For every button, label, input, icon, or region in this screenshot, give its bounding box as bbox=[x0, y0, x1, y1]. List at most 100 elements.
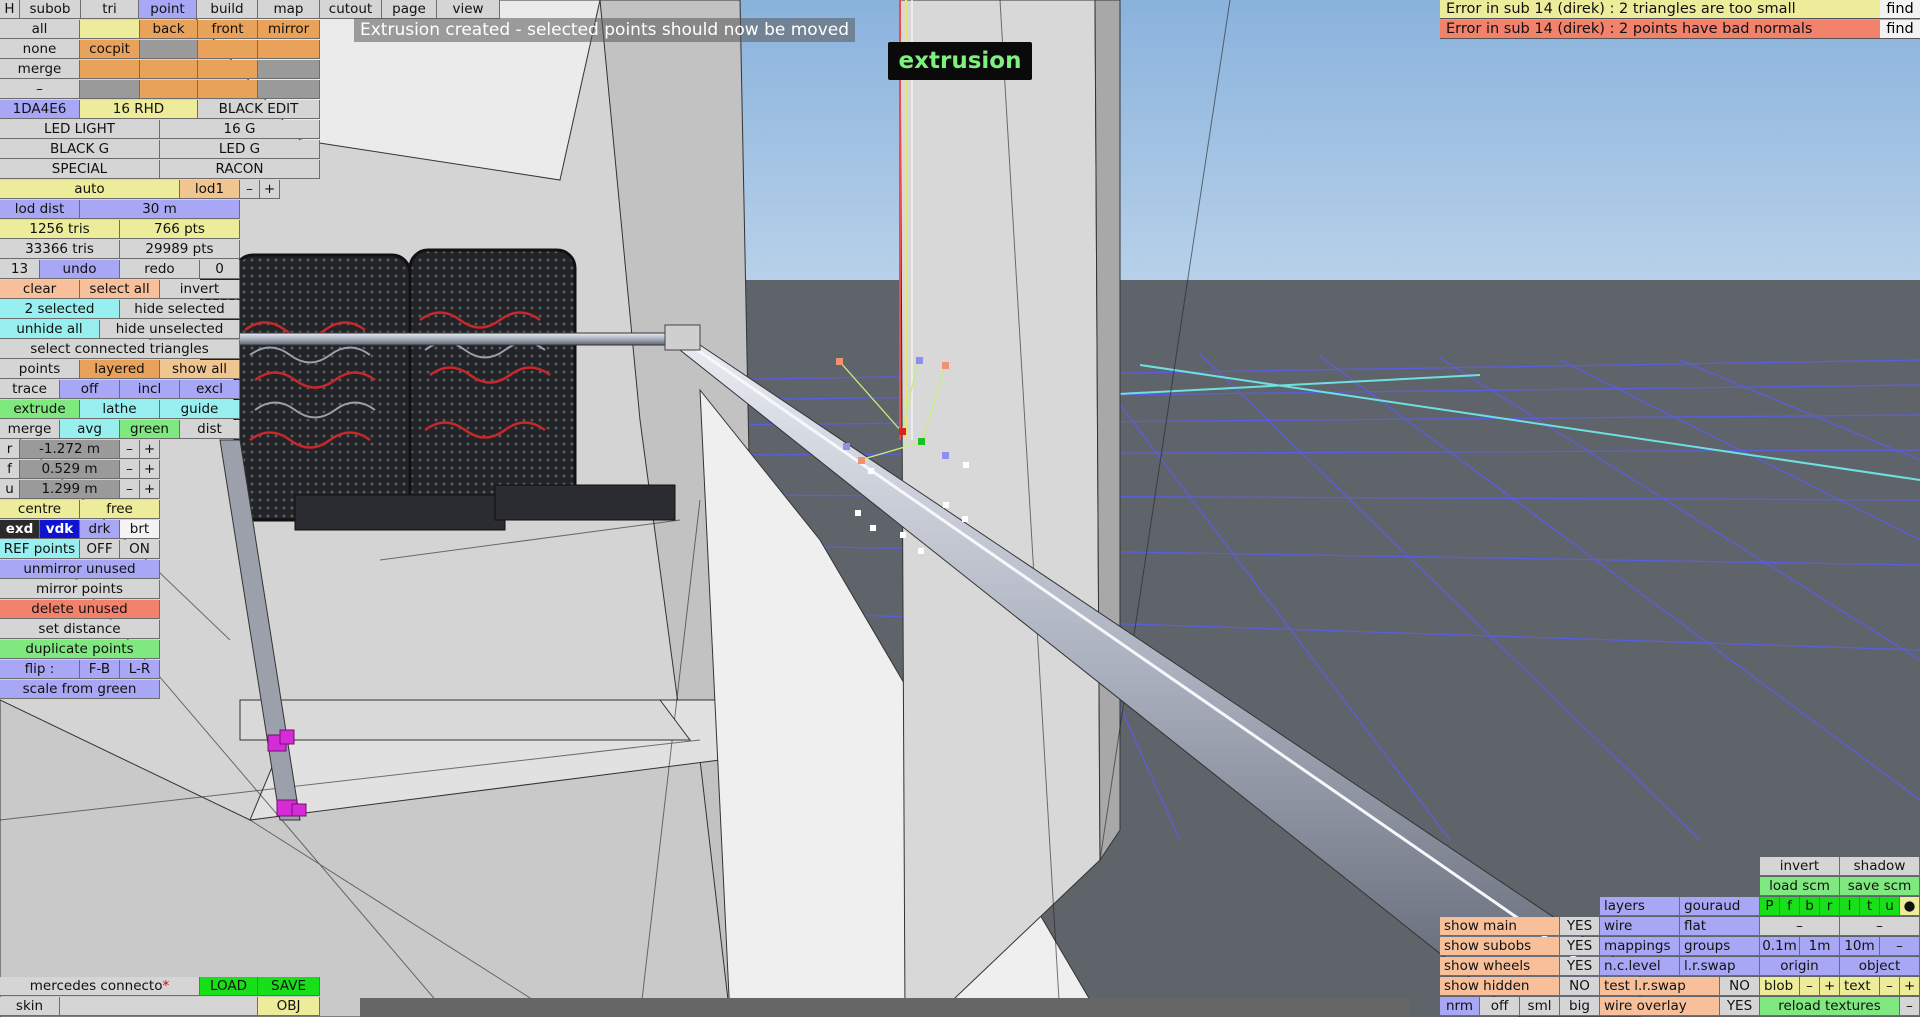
skin-field[interactable] bbox=[60, 997, 258, 1016]
exd-button[interactable]: exd bbox=[0, 520, 40, 539]
group-slot[interactable] bbox=[258, 60, 320, 79]
invert-selection-button[interactable]: invert bbox=[160, 280, 240, 299]
group-slot[interactable] bbox=[198, 40, 258, 59]
grid-minus-button[interactable]: – bbox=[1880, 937, 1920, 956]
show-wheels-toggle[interactable]: YES bbox=[1560, 957, 1600, 976]
load-scm-button[interactable]: load scm bbox=[1760, 877, 1840, 896]
lod-level[interactable]: lod1 bbox=[180, 180, 240, 199]
flag-f[interactable]: f bbox=[1780, 897, 1800, 916]
f-value-field[interactable]: 0.529 m bbox=[20, 460, 120, 479]
flag-p[interactable]: P bbox=[1760, 897, 1780, 916]
gouraud-button[interactable]: gouraud bbox=[1680, 897, 1760, 916]
flag-r[interactable]: r bbox=[1820, 897, 1840, 916]
u-minus-button[interactable]: – bbox=[120, 480, 140, 499]
text-minus-button[interactable]: – bbox=[1880, 977, 1900, 996]
duplicate-points-button[interactable]: duplicate points bbox=[0, 640, 160, 659]
flat-button[interactable]: flat bbox=[1680, 917, 1760, 936]
grid-1m-button[interactable]: 1m bbox=[1800, 937, 1840, 956]
shadow-button[interactable]: shadow bbox=[1840, 857, 1920, 876]
group-slot[interactable] bbox=[80, 60, 140, 79]
r-minus-button[interactable]: – bbox=[120, 440, 140, 459]
hide-selected-button[interactable]: hide selected bbox=[120, 300, 240, 319]
save-scm-button[interactable]: save scm bbox=[1840, 877, 1920, 896]
delete-unused-button[interactable]: delete unused bbox=[0, 600, 160, 619]
layer-16-g[interactable]: 16 G bbox=[160, 120, 320, 139]
invert-button[interactable]: invert bbox=[1760, 857, 1840, 876]
undo-button[interactable]: undo bbox=[40, 260, 120, 279]
scale-from-green-button[interactable]: scale from green bbox=[0, 680, 160, 699]
group-slot[interactable] bbox=[258, 40, 320, 59]
unhide-all-button[interactable]: unhide all bbox=[0, 320, 100, 339]
group-slot[interactable] bbox=[198, 60, 258, 79]
swatch[interactable] bbox=[80, 20, 140, 39]
group-slot[interactable] bbox=[80, 80, 140, 99]
nrm-button[interactable]: nrm bbox=[1440, 997, 1480, 1016]
reload-textures-button[interactable]: reload textures bbox=[1760, 997, 1900, 1016]
color-id-button[interactable]: 1DA4E6 bbox=[0, 100, 80, 119]
reload-minus-button[interactable]: – bbox=[1900, 997, 1920, 1016]
view-back-button[interactable]: back bbox=[140, 20, 198, 39]
select-all-button[interactable]: all bbox=[0, 20, 80, 39]
menu-point[interactable]: point bbox=[139, 0, 197, 19]
layer-black-g[interactable]: BLACK G bbox=[0, 140, 160, 159]
group-slot[interactable] bbox=[140, 80, 198, 99]
ref-on-button[interactable]: ON bbox=[120, 540, 160, 559]
sml-button[interactable]: sml bbox=[1520, 997, 1560, 1016]
flag-l[interactable]: l bbox=[1840, 897, 1860, 916]
clear-button[interactable]: clear bbox=[0, 280, 80, 299]
minus-button[interactable]: – bbox=[1840, 917, 1920, 936]
groups-button[interactable]: groups bbox=[1680, 937, 1760, 956]
select-all-points-button[interactable]: select all bbox=[80, 280, 160, 299]
mirror-button[interactable]: mirror bbox=[258, 20, 320, 39]
flag-u[interactable]: u bbox=[1880, 897, 1900, 916]
lr-swap-button[interactable]: l.r.swap bbox=[1680, 957, 1760, 976]
lod-auto-button[interactable]: auto bbox=[0, 180, 180, 199]
layer-led-light[interactable]: LED LIGHT bbox=[0, 120, 160, 139]
menu-h[interactable]: H bbox=[0, 0, 20, 19]
menu-build[interactable]: build bbox=[197, 0, 258, 19]
grid-01m-button[interactable]: 0.1m bbox=[1760, 937, 1800, 956]
group-slot[interactable] bbox=[140, 40, 198, 59]
menu-map[interactable]: map bbox=[258, 0, 320, 19]
select-none-button[interactable]: none bbox=[0, 40, 80, 59]
dist-button[interactable]: dist bbox=[180, 420, 240, 439]
wire-button[interactable]: wire bbox=[1600, 917, 1680, 936]
guide-button[interactable]: guide bbox=[160, 400, 240, 419]
brt-button[interactable]: brt bbox=[120, 520, 160, 539]
wire-overlay-toggle[interactable]: YES bbox=[1720, 997, 1760, 1016]
menu-cutout[interactable]: cutout bbox=[320, 0, 382, 19]
avg-button[interactable]: avg bbox=[60, 420, 120, 439]
group-slot[interactable] bbox=[198, 80, 258, 99]
free-button[interactable]: free bbox=[80, 500, 160, 519]
layer-led-g[interactable]: LED G bbox=[160, 140, 320, 159]
green-button[interactable]: green bbox=[120, 420, 180, 439]
blob-minus-button[interactable]: – bbox=[1800, 977, 1820, 996]
wire-overlay-button[interactable]: wire overlay bbox=[1600, 997, 1720, 1016]
select-connected-button[interactable]: select connected triangles bbox=[0, 340, 240, 359]
show-hidden-toggle[interactable]: NO bbox=[1560, 977, 1600, 996]
unmirror-unused-button[interactable]: unmirror unused bbox=[0, 560, 160, 579]
test-lr-swap-toggle[interactable]: NO bbox=[1720, 977, 1760, 996]
lathe-button[interactable]: lathe bbox=[80, 400, 160, 419]
flag-t[interactable]: t bbox=[1860, 897, 1880, 916]
view-front-button[interactable]: front bbox=[198, 20, 258, 39]
lod-dist-value[interactable]: 30 m bbox=[80, 200, 240, 219]
dash-button[interactable]: – bbox=[0, 80, 80, 99]
nc-level-button[interactable]: n.c.level bbox=[1600, 957, 1680, 976]
layer-16-rhd[interactable]: 16 RHD bbox=[80, 100, 198, 119]
find-button[interactable]: find bbox=[1880, 0, 1920, 19]
menu-tri[interactable]: tri bbox=[81, 0, 139, 19]
trace-button[interactable]: trace bbox=[0, 380, 60, 399]
show-main-toggle[interactable]: YES bbox=[1560, 917, 1600, 936]
layers-button[interactable]: layers bbox=[1600, 897, 1680, 916]
drk-button[interactable]: drk bbox=[80, 520, 120, 539]
hide-unselected-button[interactable]: hide unselected bbox=[100, 320, 240, 339]
merge-points-button[interactable]: merge bbox=[0, 420, 60, 439]
set-distance-button[interactable]: set distance bbox=[0, 620, 160, 639]
origin-button[interactable]: origin bbox=[1760, 957, 1840, 976]
copypt-button[interactable]: cocpit bbox=[80, 40, 140, 59]
layer-black-edit[interactable]: BLACK EDIT bbox=[198, 100, 320, 119]
grid-10m-button[interactable]: 10m bbox=[1840, 937, 1880, 956]
big-button[interactable]: big bbox=[1560, 997, 1600, 1016]
f-plus-button[interactable]: + bbox=[140, 460, 160, 479]
